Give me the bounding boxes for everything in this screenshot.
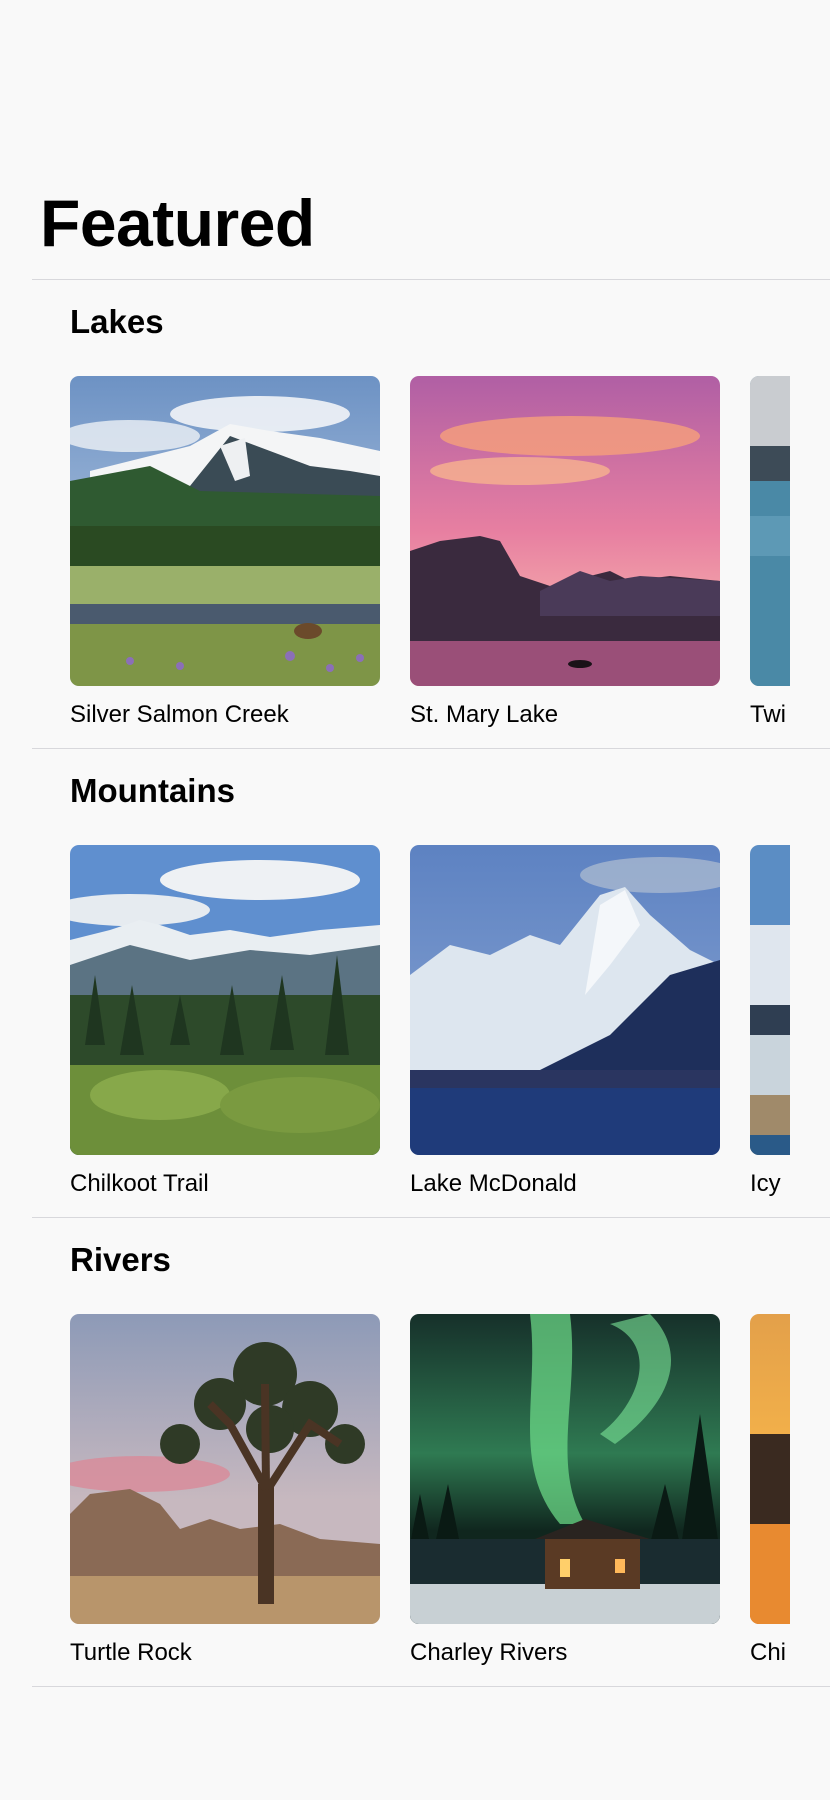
section-title-rivers: Rivers: [70, 1241, 171, 1278]
landmark-photo: [750, 1314, 790, 1624]
landmark-name: Chilkoot Trail: [70, 1170, 209, 1197]
section-divider: [32, 1686, 830, 1687]
section-divider: [32, 748, 830, 749]
section-title-mountains: Mountains: [70, 772, 235, 809]
landmark-name: St. Mary Lake: [410, 701, 559, 728]
landmark-photo: [410, 376, 720, 686]
landmark-name: Lake McDonald: [410, 1170, 577, 1197]
landmark-name: Turtle Rock: [70, 1639, 192, 1666]
landmark-photo: [410, 1314, 720, 1624]
landmark-name: Twi: [750, 701, 786, 728]
section-divider: [32, 279, 830, 280]
mountains-carousel[interactable]: Chilkoot Trail Lake McDonald Icy: [0, 845, 790, 1205]
page-title: Featured: [40, 186, 315, 260]
landmark-name: Charley Rivers: [410, 1639, 568, 1666]
landmark-name: Icy: [750, 1170, 781, 1197]
landmark-photo: [750, 376, 790, 686]
landmark-photo: [70, 376, 380, 686]
lakes-carousel[interactable]: Silver Salmon Creek St. Mary Lake Twi: [0, 376, 790, 736]
landmark-photo: [70, 1314, 380, 1624]
landmark-photo: [70, 845, 380, 1155]
landmark-name: Silver Salmon Creek: [70, 701, 289, 728]
landmark-name: Chi: [750, 1639, 787, 1666]
rivers-carousel[interactable]: Turtle Rock Charley Rivers Chi: [0, 1314, 790, 1674]
landmark-photo: [750, 845, 790, 1155]
section-title-lakes: Lakes: [70, 303, 164, 340]
section-divider: [32, 1217, 830, 1218]
landmark-photo: [410, 845, 720, 1155]
